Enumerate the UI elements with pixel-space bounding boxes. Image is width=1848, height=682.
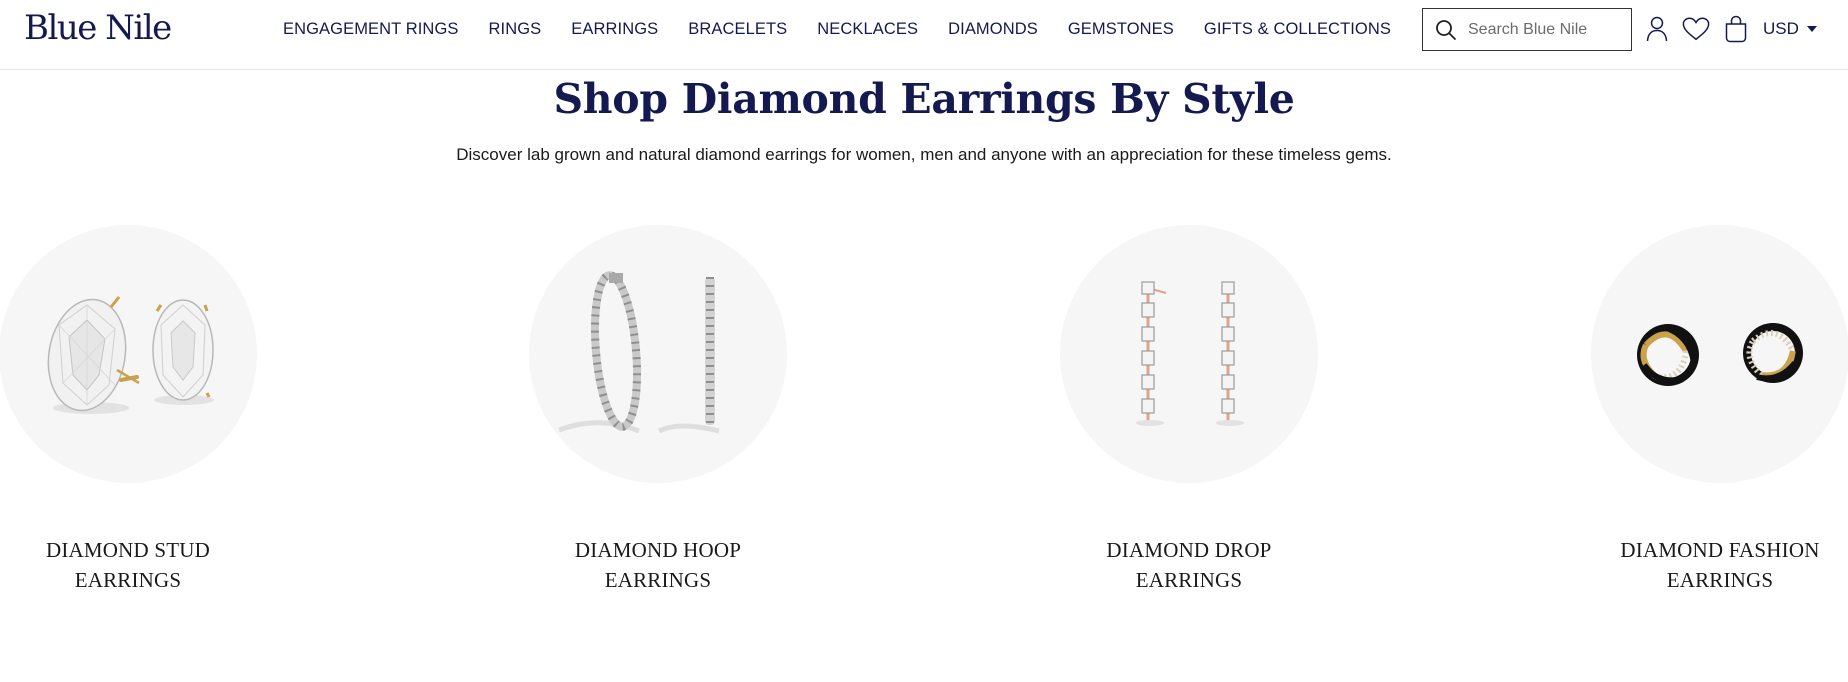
nav-necklaces[interactable]: NECKLACES [817, 20, 918, 39]
nav-bracelets[interactable]: BRACELETS [688, 20, 787, 39]
category-label-diamond-hoop[interactable]: DIAMOND HOOP EARRINGS [528, 535, 788, 595]
site-header: Blue Nile ENGAGEMENT RINGS RINGS EARRING… [0, 0, 1848, 70]
nav-rings[interactable]: RINGS [489, 20, 542, 39]
nav-earrings[interactable]: EARRINGS [571, 20, 658, 39]
nav-engagement-rings[interactable]: ENGAGEMENT RINGS [283, 20, 459, 39]
category-label-line1: DIAMOND STUD [46, 538, 210, 562]
nav-gifts-collections[interactable]: GIFTS & COLLECTIONS [1204, 20, 1391, 39]
black-enamel-knot-diamond-earrings-image[interactable] [1591, 225, 1848, 483]
nav-gemstones[interactable]: GEMSTONES [1068, 20, 1174, 39]
page-title: Shop Diamond Earrings By Style [553, 75, 1295, 123]
category-label-line1: DIAMOND HOOP [574, 538, 742, 562]
category-label-diamond-stud[interactable]: DIAMOND STUD EARRINGS [0, 535, 258, 595]
search-icon[interactable] [1434, 18, 1458, 42]
category-label-line2: EARRINGS [1135, 568, 1243, 592]
account-icon[interactable] [1643, 14, 1671, 44]
category-card-diamond-hoop[interactable]: DIAMOND HOOP EARRINGS [528, 225, 788, 595]
currency-selector[interactable]: USD [1763, 19, 1817, 39]
diamond-hoop-earrings-image[interactable] [529, 225, 787, 483]
category-label-line2: EARRINGS [604, 568, 712, 592]
emerald-cut-diamond-drop-earrings-image[interactable] [1060, 225, 1318, 483]
category-label-diamond-drop[interactable]: DIAMOND DROP EARRINGS [1059, 535, 1319, 595]
chevron-down-icon [1806, 26, 1817, 32]
search-input[interactable] [1468, 20, 1618, 39]
category-label-line1: DIAMOND DROP [1106, 538, 1272, 562]
category-card-diamond-fashion[interactable]: DIAMOND FASHION EARRINGS [1590, 225, 1848, 595]
page-subtitle: Discover lab grown and natural diamond e… [456, 145, 1392, 164]
oval-diamond-stud-earrings-image[interactable] [0, 225, 257, 483]
shopping-bag-icon[interactable] [1722, 14, 1750, 44]
category-label-line2: EARRINGS [1666, 568, 1774, 592]
heart-icon[interactable] [1682, 14, 1710, 44]
category-card-diamond-drop[interactable]: DIAMOND DROP EARRINGS [1059, 225, 1319, 595]
blue-nile-logo[interactable]: Blue Nile [24, 8, 172, 48]
nav-diamonds[interactable]: DIAMONDS [948, 20, 1038, 39]
category-label-line2: EARRINGS [74, 568, 182, 592]
search-box[interactable] [1422, 8, 1632, 51]
category-label-diamond-fashion[interactable]: DIAMOND FASHION EARRINGS [1590, 535, 1848, 595]
currency-label: USD [1763, 19, 1799, 38]
main-nav: ENGAGEMENT RINGS RINGS EARRINGS BRACELET… [283, 0, 1391, 58]
category-label-line1: DIAMOND FASHION [1620, 538, 1820, 562]
category-card-diamond-stud[interactable]: DIAMOND STUD EARRINGS [0, 225, 258, 595]
